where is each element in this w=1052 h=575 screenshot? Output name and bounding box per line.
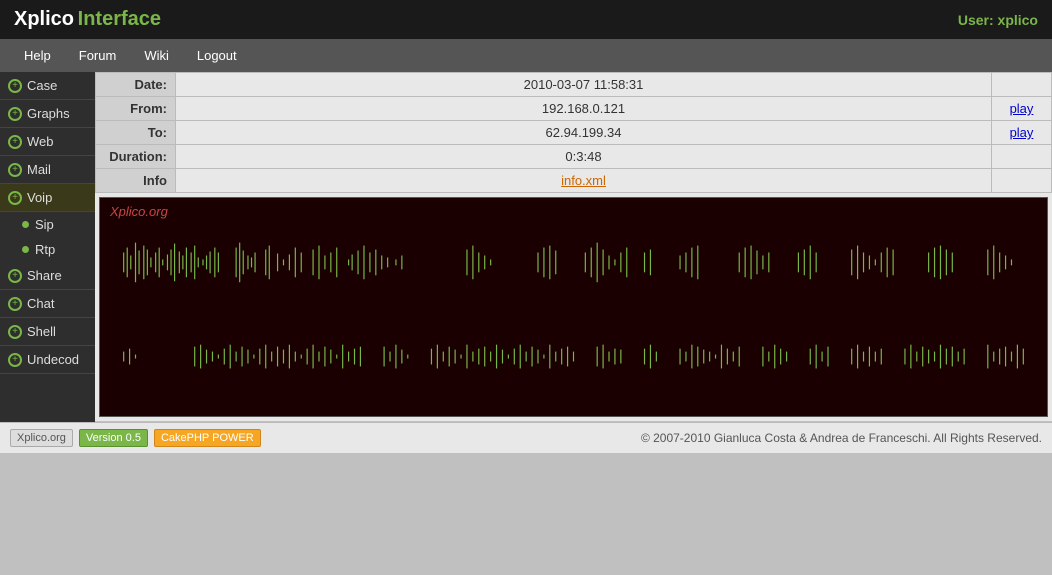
user-label: User: <box>958 12 994 28</box>
rtp-label: Rtp <box>35 242 55 257</box>
logo: Xplico Interface <box>14 8 161 31</box>
badge-cakephp: CakePHP POWER <box>154 429 261 447</box>
sidebar-item-undecod[interactable]: Undecod <box>0 346 95 374</box>
layout: Case Graphs Web Mail Voip Sip Rtp Share <box>0 72 1052 422</box>
sip-bullet <box>22 221 29 228</box>
nav-logout[interactable]: Logout <box>183 39 251 72</box>
sidebar-item-share[interactable]: Share <box>0 262 95 290</box>
nav-forum[interactable]: Forum <box>65 39 131 72</box>
sidebar-item-label: Chat <box>27 296 54 311</box>
waveform-svg <box>100 198 1047 416</box>
from-value: 192.168.0.121 <box>176 97 992 121</box>
duration-label: Duration: <box>96 145 176 169</box>
watermark: Xplico.org <box>110 204 168 219</box>
sidebar-item-label: Undecod <box>27 352 79 367</box>
info-label: Info <box>96 169 176 193</box>
play-button-2[interactable]: play <box>1010 125 1034 140</box>
sidebar-item-label: Web <box>27 134 54 149</box>
share-icon <box>8 269 22 283</box>
sidebar-item-label: Share <box>27 268 62 283</box>
main-content: Date: 2010-03-07 11:58:31 From: 192.168.… <box>95 72 1052 421</box>
badge-version: Version 0.5 <box>79 429 148 447</box>
sidebar: Case Graphs Web Mail Voip Sip Rtp Share <box>0 72 95 422</box>
info-xml-link[interactable]: info.xml <box>561 173 606 188</box>
info-value[interactable]: info.xml <box>176 169 992 193</box>
sidebar-item-web[interactable]: Web <box>0 128 95 156</box>
sidebar-item-graphs[interactable]: Graphs <box>0 100 95 128</box>
duration-value: 0:3:48 <box>176 145 992 169</box>
navbar: Help Forum Wiki Logout <box>0 39 1052 72</box>
date-label: Date: <box>96 73 176 97</box>
footer-badges: Xplico.org Version 0.5 CakePHP POWER <box>10 429 261 447</box>
logo-xplico: Xplico <box>14 8 74 30</box>
mail-icon <box>8 163 22 177</box>
nav-wiki[interactable]: Wiki <box>130 39 183 72</box>
case-icon <box>8 79 22 93</box>
footer: Xplico.org Version 0.5 CakePHP POWER © 2… <box>0 422 1052 453</box>
logo-interface: Interface <box>78 8 161 30</box>
sidebar-subitem-sip[interactable]: Sip <box>0 212 95 237</box>
sidebar-item-case[interactable]: Case <box>0 72 95 100</box>
undecod-icon <box>8 353 22 367</box>
voip-icon <box>8 191 22 205</box>
sidebar-item-mail[interactable]: Mail <box>0 156 95 184</box>
badge-xplico: Xplico.org <box>10 429 73 447</box>
graphs-icon <box>8 107 22 121</box>
sidebar-subitem-rtp[interactable]: Rtp <box>0 237 95 262</box>
play-cell-empty2 <box>992 145 1052 169</box>
date-value: 2010-03-07 11:58:31 <box>176 73 992 97</box>
to-label: To: <box>96 121 176 145</box>
play-cell-empty1 <box>992 73 1052 97</box>
play-link-2[interactable]: play <box>992 121 1052 145</box>
play-button-1[interactable]: play <box>1010 101 1034 116</box>
sidebar-item-label: Case <box>27 78 57 93</box>
chat-icon <box>8 297 22 311</box>
user-info: User: xplico <box>958 12 1038 28</box>
user-name: xplico <box>998 12 1038 28</box>
sidebar-item-label: Voip <box>27 190 52 205</box>
info-table: Date: 2010-03-07 11:58:31 From: 192.168.… <box>95 72 1052 193</box>
sidebar-item-chat[interactable]: Chat <box>0 290 95 318</box>
rtp-bullet <box>22 246 29 253</box>
sidebar-item-shell[interactable]: Shell <box>0 318 95 346</box>
sip-label: Sip <box>35 217 54 232</box>
sidebar-item-label: Shell <box>27 324 56 339</box>
play-cell-empty3 <box>992 169 1052 193</box>
nav-help[interactable]: Help <box>10 39 65 72</box>
sidebar-item-voip[interactable]: Voip <box>0 184 95 212</box>
shell-icon <box>8 325 22 339</box>
from-label: From: <box>96 97 176 121</box>
play-link-1[interactable]: play <box>992 97 1052 121</box>
header: Xplico Interface User: xplico <box>0 0 1052 39</box>
copyright: © 2007-2010 Gianluca Costa & Andrea de F… <box>641 431 1042 445</box>
waveform-container: Xplico.org <box>99 197 1048 417</box>
sidebar-item-label: Mail <box>27 162 51 177</box>
to-value: 62.94.199.34 <box>176 121 992 145</box>
sidebar-item-label: Graphs <box>27 106 70 121</box>
web-icon <box>8 135 22 149</box>
